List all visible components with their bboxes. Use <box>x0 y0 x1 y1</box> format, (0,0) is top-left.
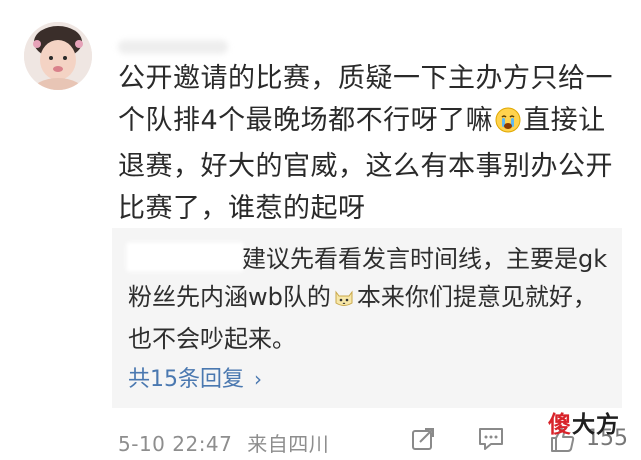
username-blurred[interactable] <box>118 40 228 54</box>
watermark-logo: 傻大方 <box>548 405 620 439</box>
comment-icon[interactable] <box>477 426 505 452</box>
share-button[interactable] <box>410 426 436 456</box>
watermark-char-2: 大方 <box>572 412 620 438</box>
view-all-replies-link[interactable]: 共15条回复 › <box>128 364 262 395</box>
share-icon[interactable] <box>410 426 436 452</box>
crying-emoji-icon <box>495 104 521 146</box>
timestamp: 5-10 22:47 <box>118 432 233 456</box>
comment-meta: 5-10 22:47 来自四川 <box>118 428 329 457</box>
cat-emoji-icon <box>333 282 355 320</box>
reply-body: 建议先看看发言时间线，主要是gk粉丝先内涵wb队的 本来你们提意见就好，也不会吵… <box>128 240 608 358</box>
view-all-replies-label[interactable]: 共15条回复 <box>128 367 244 392</box>
location-source: 来自四川 <box>247 432 330 456</box>
reply-preview[interactable]: 建议先看看发言时间线，主要是gk粉丝先内涵wb队的 本来你们提意见就好，也不会吵… <box>112 228 622 408</box>
watermark-char-1: 傻 <box>548 412 572 438</box>
comment-button[interactable] <box>477 426 505 456</box>
comment-body: 公开邀请的比赛，质疑一下主办方只给一个队排4个最晚场都不行呀了嘛 直接让退赛，好… <box>118 58 630 230</box>
user-avatar[interactable] <box>24 22 92 90</box>
chevron-right-icon[interactable]: › <box>254 367 262 391</box>
